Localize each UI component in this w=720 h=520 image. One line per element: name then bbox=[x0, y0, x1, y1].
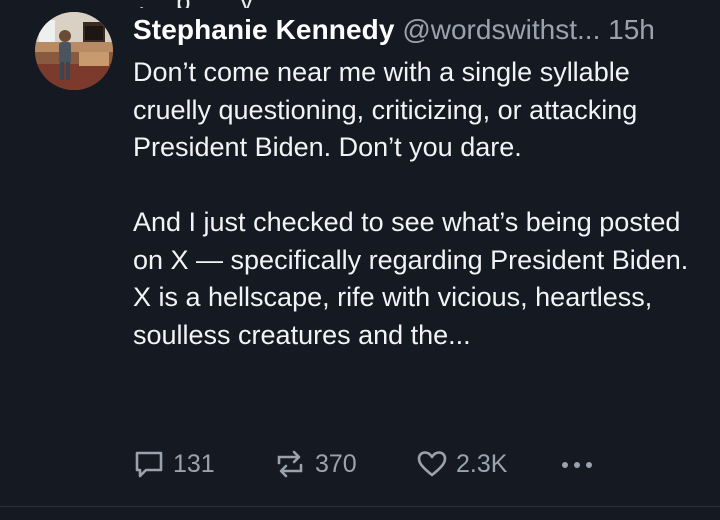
post[interactable]: Stephanie Kennedy @wordswithst... 15h Do… bbox=[0, 0, 720, 520]
profile-photo bbox=[35, 12, 113, 90]
author-display-name[interactable]: Stephanie Kennedy bbox=[133, 14, 395, 45]
post-timestamp[interactable]: 15h bbox=[608, 14, 655, 45]
more-button[interactable] bbox=[558, 444, 598, 484]
like-count: 2.3K bbox=[456, 449, 508, 478]
reply-icon bbox=[135, 451, 163, 478]
reply-count: 131 bbox=[173, 449, 215, 478]
more-icon bbox=[562, 462, 592, 468]
repost-button[interactable]: 370 bbox=[273, 444, 357, 484]
author-handle[interactable]: @wordswithst... bbox=[402, 14, 600, 45]
like-icon bbox=[417, 451, 447, 477]
reply-button[interactable]: 131 bbox=[133, 444, 215, 484]
repost-icon bbox=[277, 450, 303, 478]
avatar[interactable] bbox=[35, 12, 113, 90]
repost-count: 370 bbox=[315, 449, 357, 478]
post-divider bbox=[0, 506, 720, 507]
post-actions: 131 370 2.3K bbox=[133, 444, 613, 484]
post-text: Don’t come near me with a single syllabl… bbox=[133, 57, 689, 350]
post-header: Stephanie Kennedy @wordswithst... 15h bbox=[133, 10, 713, 50]
like-button[interactable]: 2.3K bbox=[416, 444, 507, 484]
